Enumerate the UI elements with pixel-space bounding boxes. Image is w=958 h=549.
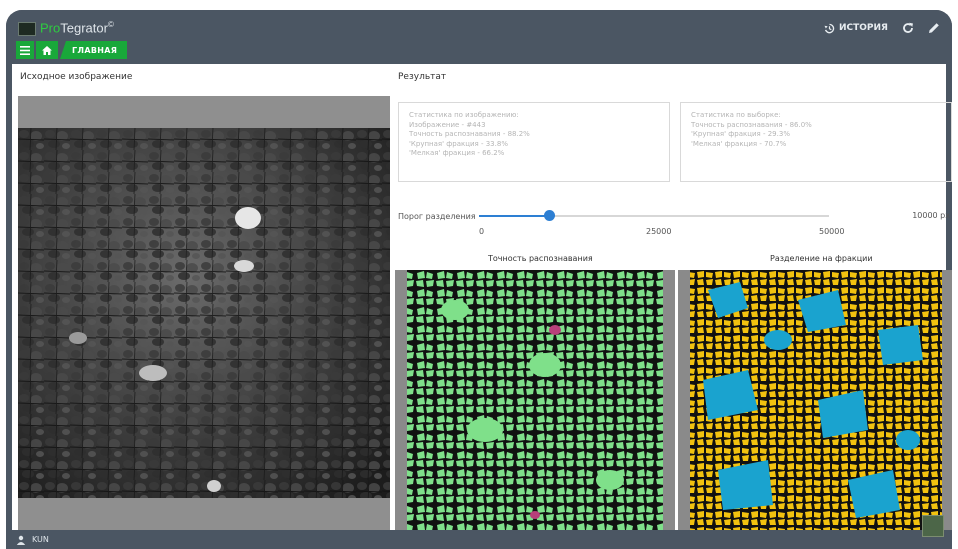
image-stats-image: Изображение - #443 [409,120,486,129]
fraction-map-image [678,270,952,530]
image-padding [18,96,390,128]
logo-icon [18,22,36,36]
slider-tick: 25000 [646,227,672,236]
image-stats-coarse: 'Крупная' фракция - 33.8% [409,139,508,148]
fraction-map-title: Разделение на фракции [770,254,873,263]
threshold-slider-fill [479,215,549,217]
status-bar: KUN [6,530,952,549]
image-padding [18,498,390,530]
sample-stats-accuracy: Точность распознавания - 86.0% [691,120,812,129]
threshold-slider-thumb[interactable] [544,210,555,221]
source-image-texture [18,128,390,498]
home-button[interactable] [36,41,58,59]
user-icon [16,535,26,545]
history-label: ИСТОРИЯ [839,23,888,33]
result-title: Результат [398,72,447,82]
sample-stats-coarse: 'Крупная' фракция - 29.3% [691,130,790,138]
app-window: ProTegrator© ГЛАВНАЯ ИСТОРИЯ Исходное из… [6,10,952,549]
accuracy-map-title: Точность распознавания [488,254,593,263]
slider-tick: 0 [479,227,485,236]
breadcrumb: ГЛАВНАЯ [16,41,128,59]
user-name: KUN [32,535,49,544]
home-icon [42,45,52,55]
logo-mark: © [107,20,114,29]
threshold-value: 10000 px [912,211,950,220]
refresh-icon[interactable] [902,22,914,34]
top-bar: ProTegrator© ГЛАВНАЯ ИСТОРИЯ [6,10,952,64]
menu-icon [20,45,30,55]
image-stats-heading: Статистика по изображению: [409,111,519,119]
logo-main: Tegrator [60,20,108,36]
slider-tick: 50000 [819,227,845,236]
threshold-label: Порог разделения [398,212,476,221]
sample-stats-card: Статистика по выборке: Точность распозна… [680,102,952,182]
breadcrumb-home[interactable]: ГЛАВНАЯ [60,41,128,59]
main-content: Исходное изображение Результат Статистик… [12,64,952,530]
accuracy-map-texture [407,270,663,530]
app-logo: ProTegrator© [40,20,114,35]
sample-stats-heading: Статистика по выборке: [691,111,781,119]
image-stats-fine: 'Мелкая' фракция - 66.2% [409,149,505,157]
history-button[interactable]: ИСТОРИЯ [824,23,888,34]
pencil-icon[interactable] [928,22,940,34]
preview-thumbnail[interactable] [922,515,944,537]
history-icon [824,23,835,33]
toolbar: ИСТОРИЯ [824,22,940,34]
image-stats-accuracy: Точность распознавания - 88.2% [409,130,530,138]
source-image-title: Исходное изображение [20,72,133,82]
image-stats-card: Статистика по изображению: Изображение -… [398,102,670,182]
sample-stats-fine: 'Мелкая' фракция - 70.7% [691,139,787,148]
logo-prefix: Pro [40,20,61,36]
accuracy-map-image [395,270,675,530]
source-image [18,128,390,498]
fraction-map-texture [690,270,942,530]
app-frame: ProTegrator© ГЛАВНАЯ ИСТОРИЯ Исходное из… [0,0,958,549]
menu-button[interactable] [16,41,34,59]
